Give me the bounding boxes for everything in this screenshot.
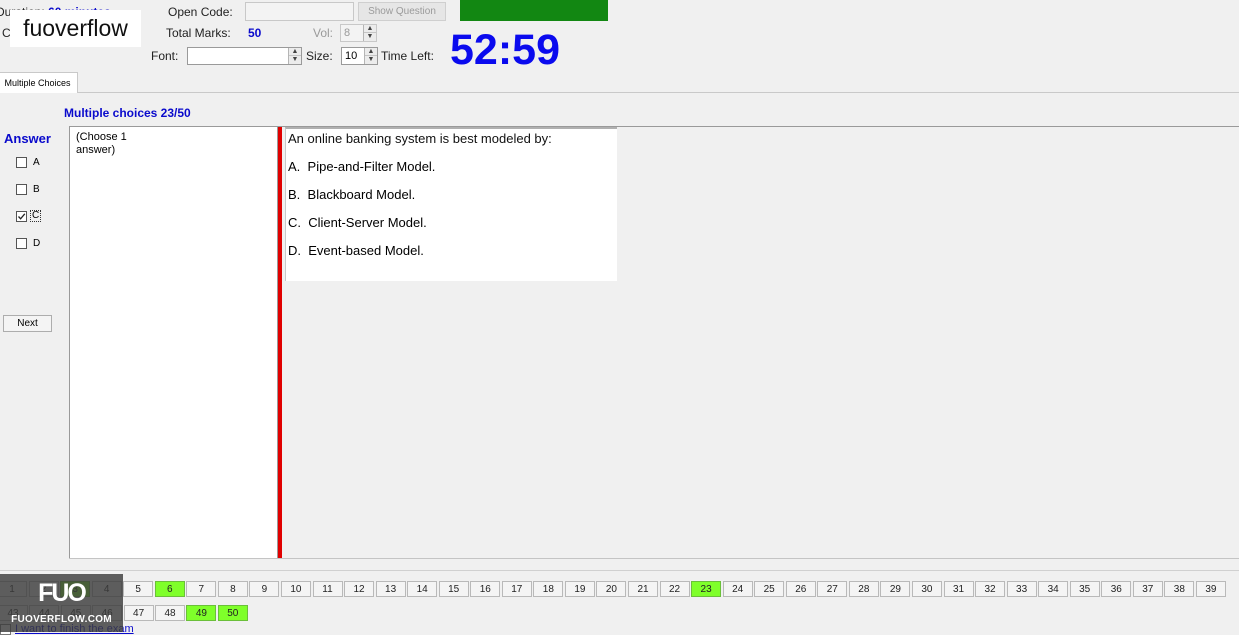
time-left-value: 52:59 (450, 26, 560, 74)
question-nav-button-39[interactable]: 39 (1195, 581, 1226, 597)
tab-strip-line (0, 92, 1239, 93)
option-c-letter: C. (288, 215, 301, 230)
time-left-label: Time Left: (381, 49, 434, 63)
question-nav-button-12[interactable]: 12 (344, 581, 375, 597)
question-nav-button-8[interactable]: 8 (217, 581, 248, 597)
question-nav-button-28[interactable]: 28 (848, 581, 879, 597)
vol-spin[interactable]: ▲ ▼ (363, 25, 376, 41)
question-nav-button-25[interactable]: 25 (754, 581, 785, 597)
question-nav-button-9[interactable]: 9 (249, 581, 280, 597)
option-a: A. Pipe-and-Filter Model. (288, 159, 435, 174)
question-nav-button-17[interactable]: 17 (501, 581, 532, 597)
answer-option-b[interactable]: B (16, 184, 40, 195)
option-b-text: Blackboard Model. (307, 187, 416, 202)
question-nav-button-29[interactable]: 29 (880, 581, 911, 597)
question-nav-button-20[interactable]: 20 (596, 581, 627, 597)
option-d: D. Event-based Model. (288, 243, 424, 258)
question-nav-button-49[interactable]: 49 (186, 605, 217, 621)
choose-note-panel: (Choose 1 answer) (69, 127, 278, 559)
question-nav-button-10[interactable]: 10 (280, 581, 311, 597)
status-indicator (460, 0, 608, 21)
checkbox-c[interactable] (16, 210, 27, 222)
question-content: An online banking system is best modeled… (285, 127, 617, 281)
question-nav-button-16[interactable]: 16 (470, 581, 501, 597)
show-question-button[interactable]: Show Question (358, 2, 446, 21)
checkbox-b[interactable] (16, 184, 27, 195)
option-a-text: Pipe-and-Filter Model. (307, 159, 436, 174)
question-nav-button-26[interactable]: 26 (785, 581, 816, 597)
question-nav-button-7[interactable]: 7 (186, 581, 217, 597)
question-nav-button-24[interactable]: 24 (722, 581, 753, 597)
question-nav-button-38[interactable]: 38 (1164, 581, 1195, 597)
question-nav-button-14[interactable]: 14 (407, 581, 438, 597)
question-progress-title: Multiple choices 23/50 (64, 106, 191, 120)
total-marks-value: 50 (248, 26, 262, 40)
question-nav-button-19[interactable]: 19 (564, 581, 595, 597)
total-marks-label: Total Marks: (166, 26, 231, 40)
checkmark-icon (18, 212, 26, 220)
watermark-site: FUOVERFLOW.COM (11, 614, 112, 625)
option-c-text: Client-Server Model. (308, 215, 427, 230)
size-spin[interactable]: ▲ ▼ (364, 48, 377, 64)
font-label: Font: (151, 49, 179, 63)
watermark-bottom: FUO FUOVERFLOW.COM (0, 574, 123, 632)
question-nav-button-11[interactable]: 11 (312, 581, 343, 597)
size-value: 10 (345, 50, 358, 62)
question-nav-button-36[interactable]: 36 (1101, 581, 1132, 597)
question-nav-button-15[interactable]: 15 (438, 581, 469, 597)
option-b-letter: B. (288, 187, 301, 202)
answer-option-a-label: A (33, 157, 40, 168)
question-nav-button-21[interactable]: 21 (628, 581, 658, 597)
question-nav-button-5[interactable]: 5 (123, 581, 154, 597)
checkbox-d[interactable] (16, 238, 27, 249)
watermark-logo: FUO (38, 579, 87, 607)
font-spin[interactable]: ▲ ▼ (288, 48, 301, 64)
option-b: B. Blackboard Model. (288, 187, 415, 202)
question-nav-button-13[interactable]: 13 (375, 581, 406, 597)
question-nav-button-31[interactable]: 31 (943, 581, 974, 597)
question-bottom-border (69, 558, 1239, 559)
vol-value: 8 (344, 27, 351, 39)
font-select[interactable]: ▲ ▼ (187, 47, 302, 65)
choose-note: (Choose 1 answer) (76, 131, 127, 156)
size-stepper[interactable]: 10 ▲ ▼ (341, 47, 378, 65)
open-code-input[interactable] (245, 2, 354, 21)
question-nav-button-34[interactable]: 34 (1038, 581, 1069, 597)
option-d-letter: D. (288, 243, 301, 258)
question-nav-button-35[interactable]: 35 (1069, 581, 1100, 597)
vol-stepper[interactable]: 8 ▲ ▼ (340, 24, 377, 42)
question-nav-button-6[interactable]: 6 (154, 581, 185, 597)
question-nav-button-22[interactable]: 22 (659, 581, 690, 597)
answer-option-a[interactable]: A (16, 157, 40, 168)
question-nav-button-37[interactable]: 37 (1132, 581, 1163, 597)
question-nav-button-50[interactable]: 50 (217, 605, 248, 621)
question-nav-button-47[interactable]: 47 (123, 605, 154, 621)
question-nav-button-48[interactable]: 48 (155, 605, 185, 621)
checkbox-a[interactable] (16, 157, 27, 168)
answer-option-c[interactable]: C (16, 210, 42, 222)
question-nav-button-27[interactable]: 27 (817, 581, 848, 597)
answer-option-b-label: B (33, 184, 40, 195)
question-text: An online banking system is best modeled… (288, 131, 552, 146)
vol-label: Vol: (313, 26, 334, 40)
next-button[interactable]: Next (3, 315, 52, 332)
answer-option-d[interactable]: D (16, 238, 40, 249)
answer-option-d-label: D (33, 238, 41, 249)
option-a-letter: A. (288, 159, 301, 174)
question-nav-button-18[interactable]: 18 (533, 581, 564, 597)
watermark-top: fuoverflow (10, 10, 141, 47)
option-d-text: Event-based Model. (308, 243, 424, 258)
size-label: Size: (306, 49, 333, 63)
question-nav-button-23[interactable]: 23 (691, 581, 722, 597)
tab-multiple-choices[interactable]: Multiple Choices (0, 72, 78, 93)
option-c: C. Client-Server Model. (288, 215, 427, 230)
question-nav-button-32[interactable]: 32 (975, 581, 1006, 597)
answer-label: Answer (4, 131, 51, 146)
splitter-divider[interactable] (278, 127, 282, 559)
open-code-label: Open Code: (168, 5, 233, 19)
question-nav-button-30[interactable]: 30 (911, 581, 942, 597)
answer-option-c-label: C (30, 210, 42, 222)
nav-top-line (0, 570, 1239, 571)
question-nav-button-33[interactable]: 33 (1006, 581, 1037, 597)
